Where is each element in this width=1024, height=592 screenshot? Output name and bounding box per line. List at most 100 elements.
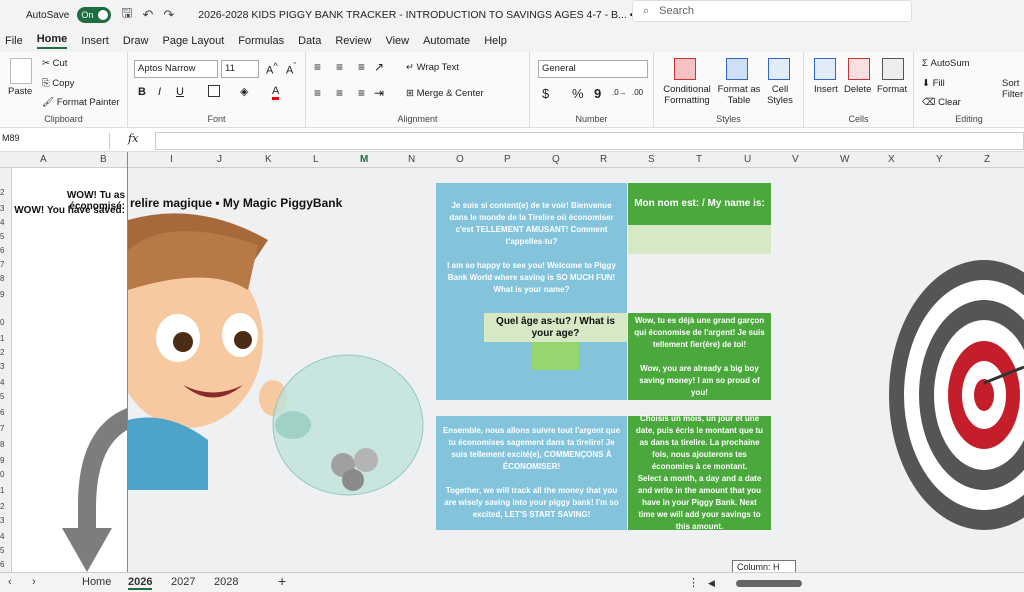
- row-header[interactable]: 8: [0, 274, 4, 283]
- menu-page-layout[interactable]: Page Layout: [162, 35, 224, 47]
- menu-view[interactable]: View: [385, 35, 409, 47]
- insert-cells-icon[interactable]: [814, 58, 836, 80]
- column-header[interactable]: J: [217, 154, 222, 165]
- delete-cells-icon[interactable]: [848, 58, 870, 80]
- column-header[interactable]: Q: [552, 154, 560, 165]
- align-center-icon[interactable]: ≡: [336, 86, 343, 100]
- column-header[interactable]: X: [888, 154, 895, 165]
- conditional-formatting-icon[interactable]: [674, 58, 696, 80]
- tab-2028[interactable]: 2028: [214, 576, 238, 588]
- font-name-select[interactable]: Aptos Narrow: [134, 60, 218, 78]
- autosave-toggle[interactable]: On: [77, 7, 112, 23]
- row-header[interactable]: 6: [0, 246, 4, 255]
- format-cells-button[interactable]: Format: [877, 84, 907, 95]
- row-header[interactable]: 4: [0, 378, 4, 387]
- column-header[interactable]: U: [744, 154, 751, 165]
- fill-button[interactable]: ⬇ Fill: [922, 78, 945, 89]
- row-header[interactable]: 5: [0, 546, 4, 555]
- menu-draw[interactable]: Draw: [123, 35, 149, 47]
- autosum-button[interactable]: Σ AutoSum: [922, 58, 970, 69]
- increase-font-icon[interactable]: A^: [266, 61, 278, 77]
- redo-icon[interactable]: ↷: [163, 7, 174, 23]
- format-painter-button[interactable]: 🖌 Format Painter: [42, 97, 120, 108]
- add-sheet-button[interactable]: +: [278, 573, 286, 589]
- column-header[interactable]: T: [696, 154, 702, 165]
- row-header[interactable]: 0: [0, 318, 4, 327]
- row-header[interactable]: 6: [0, 560, 4, 569]
- save-icon[interactable]: 🖫: [121, 4, 132, 26]
- cell-styles-button[interactable]: Cell Styles: [762, 84, 798, 106]
- format-table-button[interactable]: Format as Table: [716, 84, 762, 106]
- column-header[interactable]: K: [265, 154, 272, 165]
- column-header[interactable]: L: [313, 154, 319, 165]
- menu-automate[interactable]: Automate: [423, 35, 470, 47]
- column-header[interactable]: R: [600, 154, 607, 165]
- row-header[interactable]: 4: [0, 218, 4, 227]
- row-header[interactable]: 9: [0, 456, 4, 465]
- menu-review[interactable]: Review: [335, 35, 371, 47]
- undo-icon[interactable]: ↶: [142, 7, 153, 23]
- cell-styles-icon[interactable]: [768, 58, 790, 80]
- column-header[interactable]: Z: [984, 154, 990, 165]
- menu-formulas[interactable]: Formulas: [238, 35, 284, 47]
- column-header[interactable]: A: [40, 154, 47, 165]
- clear-button[interactable]: ⌫ Clear: [922, 97, 961, 108]
- indent-icon[interactable]: ⇥: [374, 86, 384, 100]
- scroll-right-icon[interactable]: ›: [32, 576, 36, 588]
- row-header[interactable]: 2: [0, 188, 4, 197]
- comma-button[interactable]: 9: [594, 86, 601, 101]
- conditional-formatting-button[interactable]: Conditional Formatting: [660, 84, 714, 106]
- orientation-icon[interactable]: ↗: [374, 60, 384, 74]
- align-right-icon[interactable]: ≡: [358, 86, 365, 100]
- underline-button[interactable]: U: [176, 86, 184, 98]
- row-header[interactable]: 6: [0, 408, 4, 417]
- menu-home[interactable]: Home: [36, 33, 68, 49]
- currency-button[interactable]: $: [542, 86, 549, 101]
- row-header[interactable]: 1: [0, 334, 4, 343]
- row-header[interactable]: 5: [0, 232, 4, 241]
- delete-cells-button[interactable]: Delete: [844, 84, 871, 95]
- percent-button[interactable]: %: [572, 86, 584, 101]
- row-header[interactable]: 2: [0, 348, 4, 357]
- align-middle-icon[interactable]: ≡: [336, 60, 343, 74]
- column-header[interactable]: P: [504, 154, 511, 165]
- row-header[interactable]: 2: [0, 502, 4, 511]
- column-header[interactable]: S: [648, 154, 655, 165]
- more-options-icon[interactable]: ⋮: [688, 576, 699, 589]
- row-header[interactable]: 4: [0, 532, 4, 541]
- format-cells-icon[interactable]: [882, 58, 904, 80]
- column-header[interactable]: N: [408, 154, 415, 165]
- row-header[interactable]: 5: [0, 392, 4, 401]
- format-table-icon[interactable]: [726, 58, 748, 80]
- row-header[interactable]: 3: [0, 204, 4, 213]
- font-size-select[interactable]: 11: [221, 60, 259, 78]
- align-bottom-icon[interactable]: ≡: [358, 60, 365, 74]
- row-header[interactable]: 1: [0, 486, 4, 495]
- column-header[interactable]: W: [840, 154, 849, 165]
- row-header[interactable]: 9: [0, 290, 4, 299]
- menu-help[interactable]: Help: [484, 35, 507, 47]
- number-format-select[interactable]: General: [538, 60, 648, 78]
- wrap-text-button[interactable]: ↵ Wrap Text: [406, 62, 459, 73]
- row-header[interactable]: 0: [0, 470, 4, 479]
- column-header[interactable]: I: [170, 154, 173, 165]
- hscroll-left-icon[interactable]: ◀: [708, 578, 715, 589]
- merge-center-button[interactable]: ⊞ Merge & Center: [406, 88, 484, 99]
- sort-filter-button[interactable]: Sort Filter: [1002, 78, 1023, 100]
- fill-color-icon[interactable]: ◈: [240, 85, 248, 98]
- copy-button[interactable]: ⎘ Copy: [42, 78, 74, 89]
- name-box[interactable]: M89: [0, 133, 110, 149]
- tab-2026[interactable]: 2026: [128, 576, 153, 590]
- row-header[interactable]: 7: [0, 260, 4, 269]
- column-header[interactable]: Y: [936, 154, 943, 165]
- column-header-selected[interactable]: M: [360, 154, 368, 165]
- menu-data[interactable]: Data: [298, 35, 321, 47]
- menu-insert[interactable]: Insert: [81, 35, 109, 47]
- formula-input[interactable]: [155, 132, 1024, 150]
- insert-cells-button[interactable]: Insert: [814, 84, 838, 95]
- horizontal-scrollbar-thumb[interactable]: [736, 580, 802, 587]
- tab-home[interactable]: Home: [82, 576, 111, 588]
- column-header[interactable]: B: [100, 154, 107, 165]
- paste-button[interactable]: Paste: [8, 86, 32, 97]
- decrease-decimal-icon[interactable]: .00: [632, 88, 643, 97]
